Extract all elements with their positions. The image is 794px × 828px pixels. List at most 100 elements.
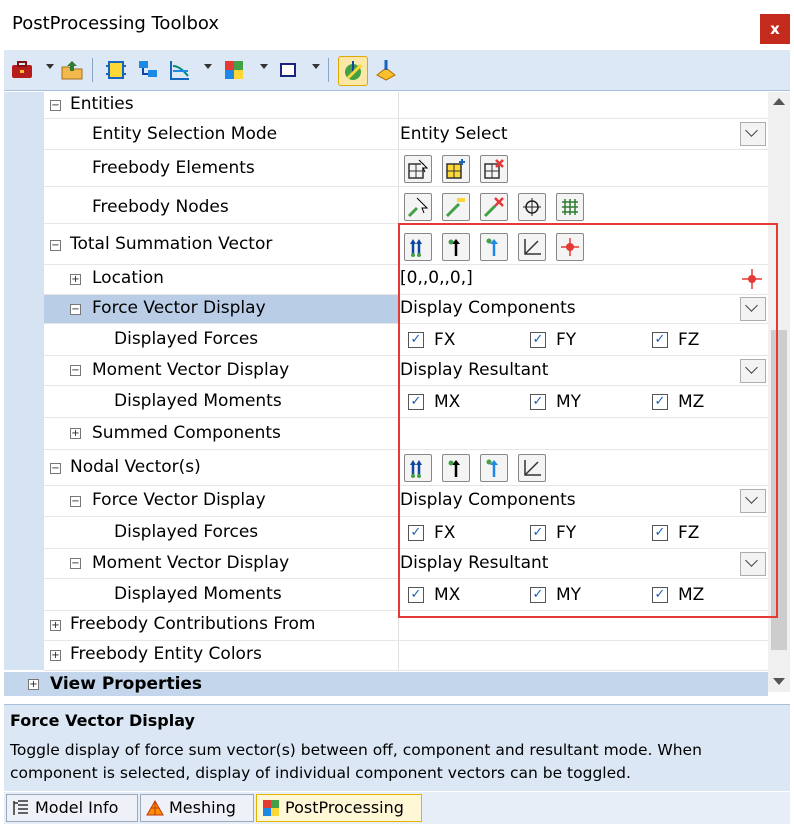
view-box-icon[interactable]: [276, 58, 300, 82]
graph-dropdown-arrow[interactable]: [204, 64, 212, 69]
collapse-icon[interactable]: −: [50, 463, 61, 474]
expand-icon[interactable]: +: [50, 650, 61, 661]
add-elements-icon[interactable]: [442, 155, 470, 183]
contour-dropdown-arrow[interactable]: [260, 64, 268, 69]
row-freebody-nodes[interactable]: Freebody Nodes: [44, 187, 768, 224]
moment-icon[interactable]: [480, 233, 508, 261]
graph-icon[interactable]: [168, 58, 192, 82]
row-label: Freebody Contributions From: [70, 614, 316, 634]
expand-icon[interactable]: +: [70, 428, 81, 439]
tab-model-info[interactable]: Model Info: [6, 794, 138, 822]
row-moment-vector-display[interactable]: − Moment Vector Display Display Resultan…: [44, 356, 768, 386]
location-pick-icon[interactable]: [740, 267, 764, 291]
fy-checkbox[interactable]: ✓: [530, 332, 546, 348]
row-nodal-moment-vector-display[interactable]: − Moment Vector Display Display Resultan…: [44, 549, 768, 579]
collapse-icon[interactable]: −: [50, 240, 61, 251]
fy-label: FY: [556, 330, 577, 350]
mz-label: MZ: [678, 392, 705, 412]
row-label: Summed Components: [92, 423, 281, 443]
nodal-moment-icon[interactable]: [480, 454, 508, 482]
toolbox-dropdown-arrow[interactable]: [46, 64, 54, 69]
nodal-fx-checkbox[interactable]: ✓: [408, 525, 424, 541]
collapse-icon[interactable]: −: [70, 558, 81, 569]
row-freebody-elements[interactable]: Freebody Elements: [44, 150, 768, 187]
nodal-force-resultant-icon[interactable]: [442, 454, 470, 482]
contour-icon[interactable]: [222, 58, 246, 82]
expand-icon[interactable]: +: [28, 679, 39, 690]
tab-postprocessing[interactable]: PostProcessing: [256, 794, 422, 822]
row-nodal-vectors[interactable]: − Nodal Vector(s): [44, 450, 768, 486]
location-value[interactable]: [0,,0,,0,]: [400, 268, 473, 288]
expand-icon[interactable]: +: [50, 620, 61, 631]
row-nodal-force-vector-display[interactable]: − Force Vector Display Display Component…: [44, 486, 768, 517]
location-pick-icon[interactable]: [556, 233, 584, 261]
nodal-mx-checkbox[interactable]: ✓: [408, 587, 424, 603]
row-view-properties[interactable]: + View Properties: [4, 672, 768, 696]
nodal-force-components-icon[interactable]: [404, 454, 432, 482]
row-label: Moment Vector Display: [92, 553, 290, 573]
axis-icon[interactable]: [518, 233, 546, 261]
remove-nodes-icon[interactable]: [480, 193, 508, 221]
moment-vector-display-dropdown[interactable]: [740, 359, 766, 383]
nodal-force-vector-display-dropdown[interactable]: [740, 489, 766, 513]
row-displayed-moments[interactable]: Displayed Moments ✓ MX ✓ MY ✓ MZ: [44, 386, 768, 418]
tab-meshing[interactable]: Meshing: [140, 794, 254, 822]
row-entity-selection-mode[interactable]: Entity Selection Mode Entity Select: [44, 119, 768, 150]
moment-vector-display-value[interactable]: Display Resultant: [400, 360, 548, 380]
collapse-icon[interactable]: −: [70, 304, 81, 315]
collapse-icon[interactable]: −: [50, 100, 61, 111]
mz-checkbox[interactable]: ✓: [652, 394, 668, 410]
row-nodal-displayed-moments[interactable]: Displayed Moments ✓ MX ✓ MY ✓ MZ: [44, 579, 768, 611]
nodal-moment-vector-display-value[interactable]: Display Resultant: [400, 553, 548, 573]
nodal-fy-checkbox[interactable]: ✓: [530, 525, 546, 541]
fx-checkbox[interactable]: ✓: [408, 332, 424, 348]
add-nodes-icon[interactable]: [442, 193, 470, 221]
close-button[interactable]: x: [760, 14, 790, 44]
nodal-fz-checkbox[interactable]: ✓: [652, 525, 668, 541]
scroll-down-icon[interactable]: [773, 678, 785, 685]
scroll-up-icon[interactable]: [773, 98, 785, 105]
select-nodes-icon[interactable]: [404, 193, 432, 221]
select-elements-icon[interactable]: [404, 155, 432, 183]
nodal-axis-icon[interactable]: [518, 454, 546, 482]
row-freebody-contributions-from[interactable]: + Freebody Contributions From: [44, 611, 768, 641]
entity-selection-mode-value[interactable]: Entity Select: [400, 124, 507, 144]
row-nodal-displayed-forces[interactable]: Displayed Forces ✓ FX ✓ FY ✓ FZ: [44, 517, 768, 549]
fz-checkbox[interactable]: ✓: [652, 332, 668, 348]
collapse-icon[interactable]: −: [70, 365, 81, 376]
nodal-force-vector-display-value[interactable]: Display Components: [400, 490, 576, 510]
freebody-display-icon[interactable]: [374, 58, 398, 82]
row-freebody-entity-colors[interactable]: + Freebody Entity Colors: [44, 641, 768, 671]
freebody-icon[interactable]: [104, 58, 128, 82]
row-displayed-forces[interactable]: Displayed Forces ✓ FX ✓ FY ✓ FZ: [44, 324, 768, 356]
force-resultant-icon[interactable]: [442, 233, 470, 261]
nodal-moment-vector-display-dropdown[interactable]: [740, 552, 766, 576]
node-grid-icon[interactable]: [556, 193, 584, 221]
collapse-icon[interactable]: −: [70, 496, 81, 507]
my-checkbox[interactable]: ✓: [530, 394, 546, 410]
mx-checkbox[interactable]: ✓: [408, 394, 424, 410]
tab-label: Model Info: [35, 798, 119, 817]
nodal-my-checkbox[interactable]: ✓: [530, 587, 546, 603]
row-entities[interactable]: − Entities: [44, 92, 768, 119]
force-components-icon[interactable]: [404, 233, 432, 261]
scrollbar-thumb[interactable]: [771, 330, 787, 650]
mesh-tree-icon[interactable]: [136, 58, 160, 82]
toolbox-icon[interactable]: [10, 58, 34, 82]
node-target-icon[interactable]: [518, 193, 546, 221]
row-location[interactable]: + Location [0,,0,,0,]: [44, 265, 768, 295]
expand-icon[interactable]: +: [70, 274, 81, 285]
remove-elements-icon[interactable]: [480, 155, 508, 183]
row-label: Displayed Moments: [114, 391, 282, 411]
freebody-active-icon[interactable]: [338, 56, 368, 86]
folder-upload-icon[interactable]: [60, 58, 84, 82]
row-total-summation-vector[interactable]: − Total Summation Vector: [44, 224, 768, 265]
view-box-dropdown-arrow[interactable]: [312, 64, 320, 69]
force-vector-display-value[interactable]: Display Components: [400, 298, 576, 318]
row-force-vector-display[interactable]: − Force Vector Display Display Component…: [44, 295, 768, 324]
entity-selection-mode-dropdown[interactable]: [740, 122, 766, 146]
force-vector-display-dropdown[interactable]: [740, 297, 766, 321]
nodal-mz-label: MZ: [678, 585, 705, 605]
nodal-mz-checkbox[interactable]: ✓: [652, 587, 668, 603]
row-summed-components[interactable]: + Summed Components: [44, 418, 768, 450]
